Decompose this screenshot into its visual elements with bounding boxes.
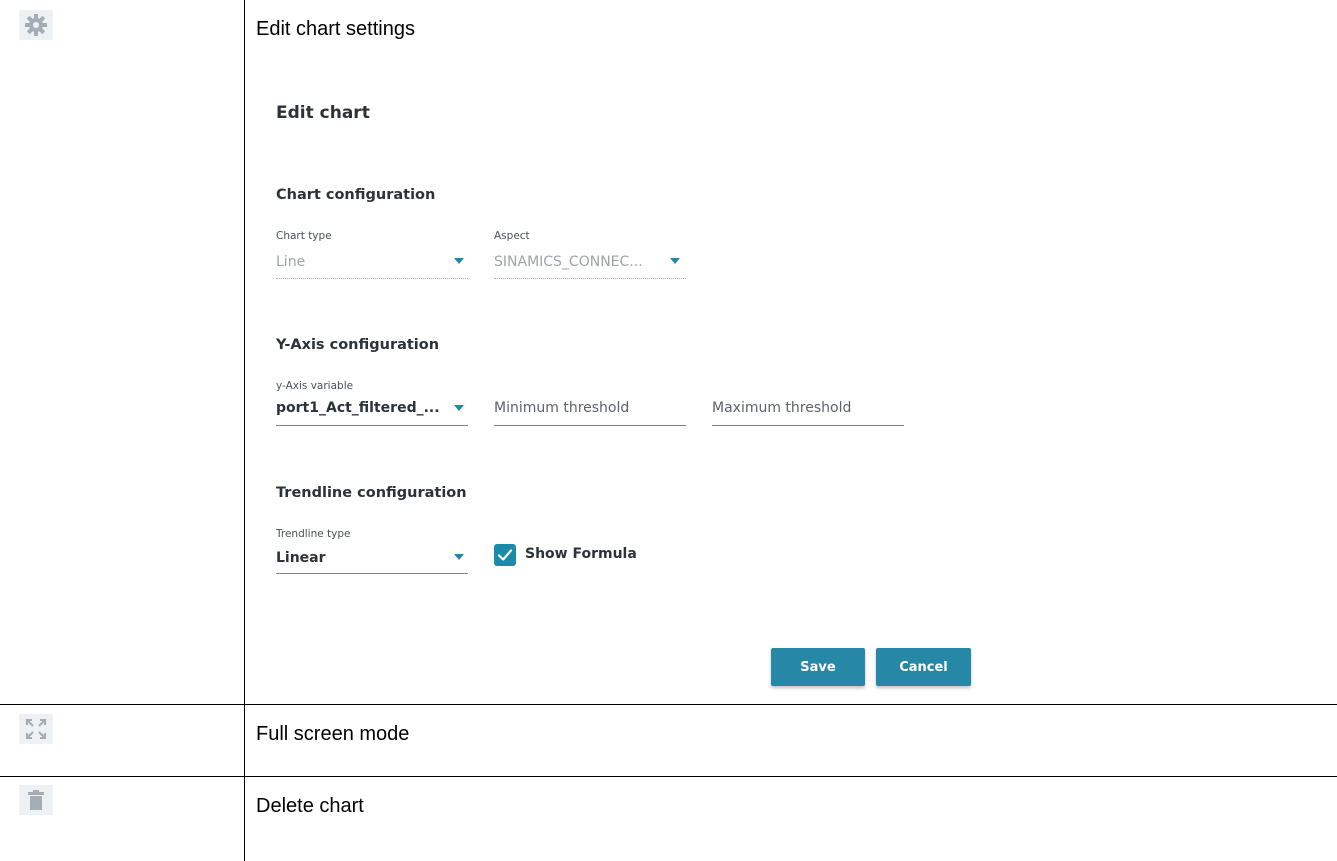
y-axis-variable-select[interactable]: y-Axis variable port1_Act_filtered_... bbox=[276, 380, 468, 430]
chart-type-label: Chart type bbox=[276, 230, 332, 242]
section-heading-chart-configuration: Chart configuration bbox=[276, 187, 436, 203]
minimum-threshold-placeholder: Minimum threshold bbox=[494, 400, 630, 416]
maximum-threshold-placeholder: Maximum threshold bbox=[712, 400, 852, 416]
gear-icon bbox=[19, 10, 53, 40]
row-label-full-screen-mode: Full screen mode bbox=[256, 723, 410, 745]
section-heading-y-axis-configuration: Y-Axis configuration bbox=[276, 337, 440, 353]
minimum-threshold-input[interactable]: Minimum threshold bbox=[494, 380, 686, 430]
save-button[interactable]: Save bbox=[771, 648, 865, 686]
aspect-select[interactable]: Aspect SINAMICS_CONNEC... bbox=[494, 230, 686, 282]
chart-type-select[interactable]: Chart type Line bbox=[276, 230, 468, 282]
section-heading-trendline-configuration: Trendline configuration bbox=[276, 485, 467, 501]
chevron-down-icon bbox=[454, 405, 464, 411]
field-underline bbox=[712, 425, 904, 426]
show-formula-label[interactable]: Show Formula bbox=[525, 546, 637, 562]
y-axis-variable-label: y-Axis variable bbox=[276, 380, 354, 392]
chart-type-value: Line bbox=[276, 254, 306, 270]
field-underline bbox=[276, 278, 468, 279]
documentation-table: Edit chart settings Full screen mode Del… bbox=[0, 0, 1337, 861]
y-axis-variable-value: port1_Act_filtered_... bbox=[276, 400, 440, 416]
dialog-title: Edit chart bbox=[276, 103, 370, 123]
checkmark-icon bbox=[497, 549, 513, 561]
aspect-value: SINAMICS_CONNEC... bbox=[494, 254, 643, 270]
aspect-label: Aspect bbox=[494, 230, 530, 242]
chevron-down-icon bbox=[454, 258, 464, 264]
field-underline bbox=[276, 573, 468, 574]
trash-icon bbox=[19, 785, 53, 815]
field-underline bbox=[276, 425, 468, 426]
row-label-edit-chart-settings: Edit chart settings bbox=[256, 18, 415, 40]
field-underline bbox=[494, 278, 686, 279]
row-divider bbox=[0, 704, 1337, 705]
chevron-down-icon bbox=[454, 554, 464, 560]
row-divider bbox=[0, 776, 1337, 777]
cancel-button[interactable]: Cancel bbox=[876, 648, 971, 686]
column-divider bbox=[244, 0, 245, 861]
chevron-down-icon bbox=[670, 258, 680, 264]
fullscreen-icon bbox=[19, 714, 53, 744]
trendline-type-value: Linear bbox=[276, 550, 326, 566]
row-label-delete-chart: Delete chart bbox=[256, 795, 364, 817]
trendline-type-select[interactable]: Trendline type Linear bbox=[276, 528, 468, 578]
trendline-type-label: Trendline type bbox=[276, 528, 351, 540]
maximum-threshold-input[interactable]: Maximum threshold bbox=[712, 380, 904, 430]
field-underline bbox=[494, 425, 686, 426]
show-formula-checkbox[interactable] bbox=[494, 544, 516, 566]
